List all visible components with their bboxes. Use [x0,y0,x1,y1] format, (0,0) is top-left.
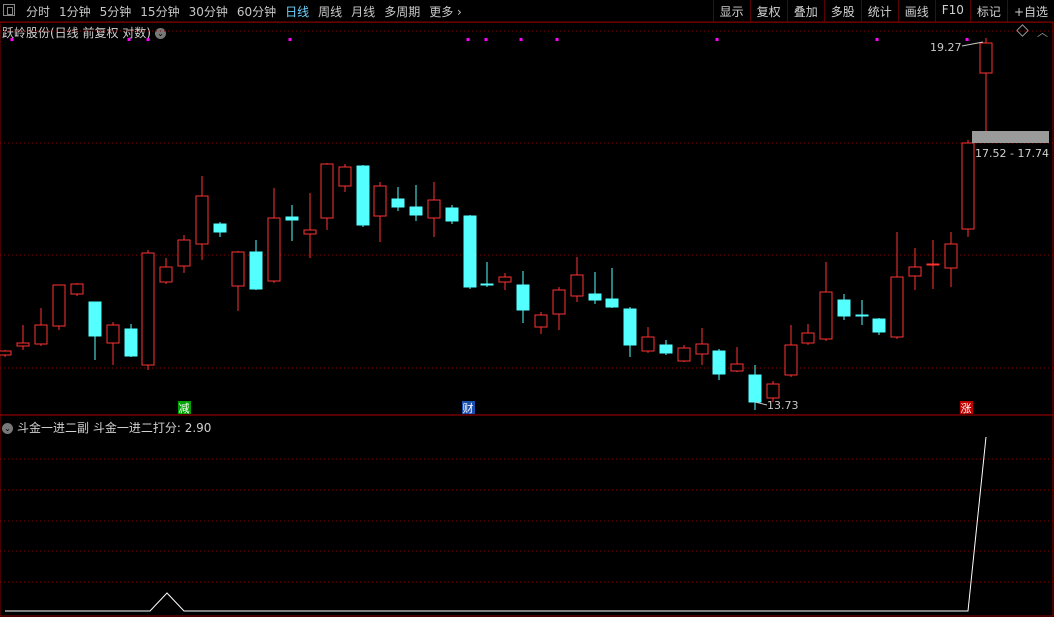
annotations: 19.27 13.73 17.52 - 17.74 减 财 涨 [178,41,1049,415]
candle-body [373,185,387,217]
indicator-plot [5,436,987,612]
candle-body [944,243,958,269]
candle-body [213,223,227,233]
signal-dot [875,38,879,41]
candle-body [534,314,548,328]
candle-body [0,350,12,356]
candle-body [267,217,281,282]
candle-body [784,344,798,376]
candle-body [427,199,441,219]
candle-body [730,363,744,372]
candle-body [855,314,869,317]
signal-dot [288,38,292,41]
candle-body [445,207,459,222]
candle-body [605,298,619,308]
candle-body [570,274,584,297]
candle-body [88,301,102,337]
signal-dot [146,38,150,41]
candle-body [695,343,709,355]
candle-body [463,215,477,288]
signal-dot [555,38,559,41]
signal-dot [965,38,969,41]
candle-body [52,284,66,327]
event-marker-label: 涨 [961,402,972,415]
indicator-line [5,436,987,612]
candle-body [552,289,566,315]
candle-body [303,229,317,235]
candle-body [712,350,726,375]
candle-body [623,308,637,346]
signal-dot [484,38,488,41]
candle-body [659,344,673,354]
candle-body [926,263,940,266]
price-range-label: 17.52 - 17.74 [975,147,1049,160]
candle-body [961,142,975,230]
candle-body [285,216,299,221]
candle-body [320,163,334,219]
price-range-bar [972,131,1049,143]
candle-body [748,374,762,403]
candle-body [498,276,512,283]
signal-dot [519,38,523,41]
candle-body [516,284,530,311]
high-price-label: 19.27 [930,41,962,54]
signal-dots [10,38,969,41]
candle-body [249,251,263,290]
candle-body [979,42,993,74]
signal-dot [10,38,14,41]
low-price-label: 13.73 [767,399,799,412]
candle-body [908,266,922,277]
candle-body [480,283,494,286]
candlesticks [0,38,993,410]
candle-body [141,252,155,366]
event-marker-label: 减 [179,402,190,415]
signal-dot [715,38,719,41]
candle-body [177,239,191,267]
signal-dot [466,38,470,41]
event-marker-label: 财 [463,401,474,415]
candle-body [70,283,84,295]
candle-body [391,198,405,208]
candle-body [106,324,120,344]
candle-body [356,165,370,226]
candle-body [588,293,602,301]
candle-body [677,347,691,362]
kline-chart[interactable]: 19.27 13.73 17.52 - 17.74 减 财 涨 [0,0,1054,617]
candle-body [231,251,245,287]
candle-body [195,195,209,245]
candle-body [819,291,833,340]
candle-body [34,324,48,345]
candle-body [16,342,30,347]
candle-body [159,266,173,283]
candle-body [872,318,886,333]
candle-body [801,332,815,344]
candle-body [837,299,851,317]
candle-body [338,166,352,187]
signal-dot [127,38,131,41]
candle-body [124,328,138,357]
candle-body [641,336,655,352]
candle-body [766,383,780,399]
candle-body [890,276,904,338]
candle-body [409,206,423,216]
